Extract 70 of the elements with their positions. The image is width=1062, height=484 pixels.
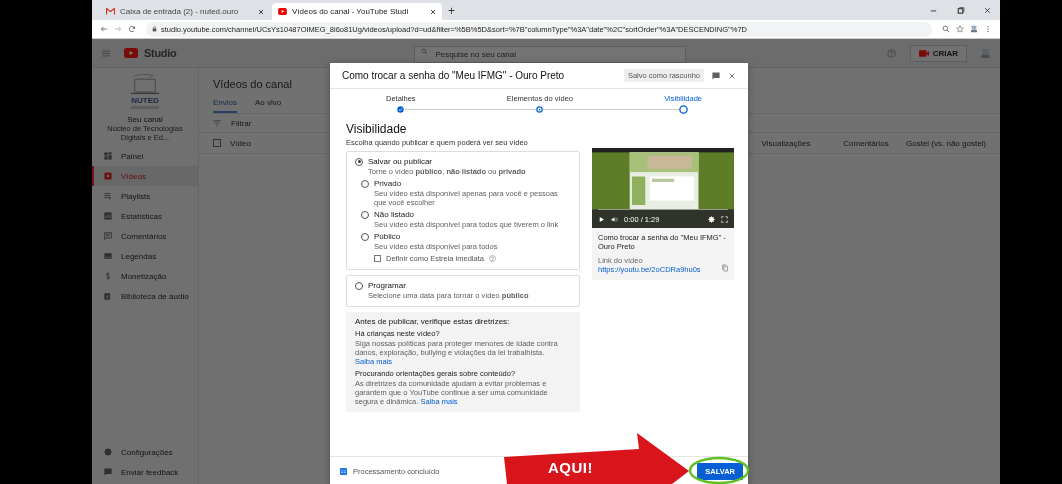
feedback-icon	[104, 468, 112, 476]
sidebar-item[interactable]: Painel	[92, 146, 198, 167]
sidebar-item[interactable]: Enviar feedback	[92, 462, 198, 482]
feedback-icon[interactable]	[712, 71, 720, 80]
logo-text: Studio	[144, 47, 177, 59]
callout-text: AQUI!	[548, 459, 593, 476]
volume-icon[interactable]	[611, 216, 618, 223]
profile-avatar[interactable]	[970, 25, 978, 33]
menu-icon[interactable]	[984, 25, 992, 33]
play-logo-icon	[278, 8, 287, 15]
sidebar-item[interactable]: Vídeos	[92, 166, 198, 187]
option-label: Programar	[368, 281, 406, 291]
column-header: Comentários	[842, 138, 890, 148]
dashboard-icon	[104, 152, 112, 161]
reload-icon[interactable]	[128, 25, 136, 33]
fullscreen-icon[interactable]	[721, 216, 728, 223]
zoom-icon[interactable]	[942, 25, 950, 33]
close-icon[interactable]	[728, 71, 736, 80]
browser-tab[interactable]: Vídeos do canal - YouTube Studi	[272, 3, 442, 20]
section-heading: Visibilidade	[346, 122, 408, 137]
checkbox[interactable]	[374, 255, 381, 263]
option-label: Público	[374, 232, 401, 242]
video-icon	[104, 172, 112, 181]
logo-text: NUTED	[131, 96, 159, 109]
camera-icon	[918, 49, 929, 57]
star-icon[interactable]	[956, 25, 964, 33]
new-tab-button[interactable]: +	[444, 3, 459, 20]
guidelines-title: Antes de publicar, verifique estas diretrizes:	[355, 317, 511, 327]
page-title: Vídeos do canal	[213, 78, 292, 90]
filter-field[interactable]: Filtrar	[231, 118, 291, 128]
option-label: Privado	[374, 179, 402, 189]
lock-icon	[152, 26, 157, 32]
create-button[interactable]: CRIAR	[909, 44, 967, 62]
sidebar-item[interactable]: Legendas	[92, 246, 198, 267]
close-icon[interactable]	[258, 8, 264, 15]
back-icon[interactable]	[100, 25, 108, 33]
list-icon	[104, 192, 112, 201]
settings-icon[interactable]	[708, 216, 715, 223]
select-all-checkbox[interactable]	[213, 139, 221, 147]
content-tab[interactable]: Envios	[213, 98, 237, 113]
sidebar-item[interactable]: Biblioteca de áudio	[92, 286, 198, 307]
search-icon	[421, 48, 429, 55]
sidebar-item[interactable]: Playlists	[92, 186, 198, 207]
browser-tab[interactable]: Caixa de entrada (2) - nuted.ouro	[100, 3, 270, 20]
column-header: Visualizações	[760, 138, 812, 148]
option-label: Não listado	[374, 210, 415, 220]
processing-icon	[340, 467, 347, 475]
sidebar-item[interactable]: Monetização	[92, 266, 198, 287]
search-field[interactable]: Pesquise no seu canal	[414, 46, 687, 63]
sidebar-item[interactable]: Estatísticas	[92, 206, 198, 227]
play-icon[interactable]	[598, 216, 605, 223]
close-icon[interactable]	[430, 8, 436, 15]
option-label: Salvar ou publicar	[368, 157, 433, 167]
music-icon	[104, 292, 112, 301]
sidebar-item[interactable]: Configurações	[92, 442, 198, 462]
play-logo-icon	[124, 48, 138, 58]
settings-icon	[104, 448, 112, 456]
content-tab[interactable]: Ao vivo	[255, 98, 282, 113]
comment-icon	[104, 232, 112, 241]
mail-icon	[106, 8, 115, 15]
chart-icon	[104, 212, 112, 221]
restore-icon[interactable]	[956, 6, 965, 15]
close-icon[interactable]	[983, 6, 992, 15]
column-header: Vídeo	[230, 138, 251, 148]
dollar-icon	[104, 272, 112, 281]
dialog-title: Como trocar a senha do "Meu IFMG" - Ouro Preto	[342, 70, 566, 81]
channel-label: Seu canal	[126, 115, 164, 124]
sidebar-item[interactable]: Comentários	[92, 226, 198, 247]
column-header: Gostei (vs. não gostei)	[906, 138, 986, 148]
subtitles-icon	[104, 252, 112, 261]
